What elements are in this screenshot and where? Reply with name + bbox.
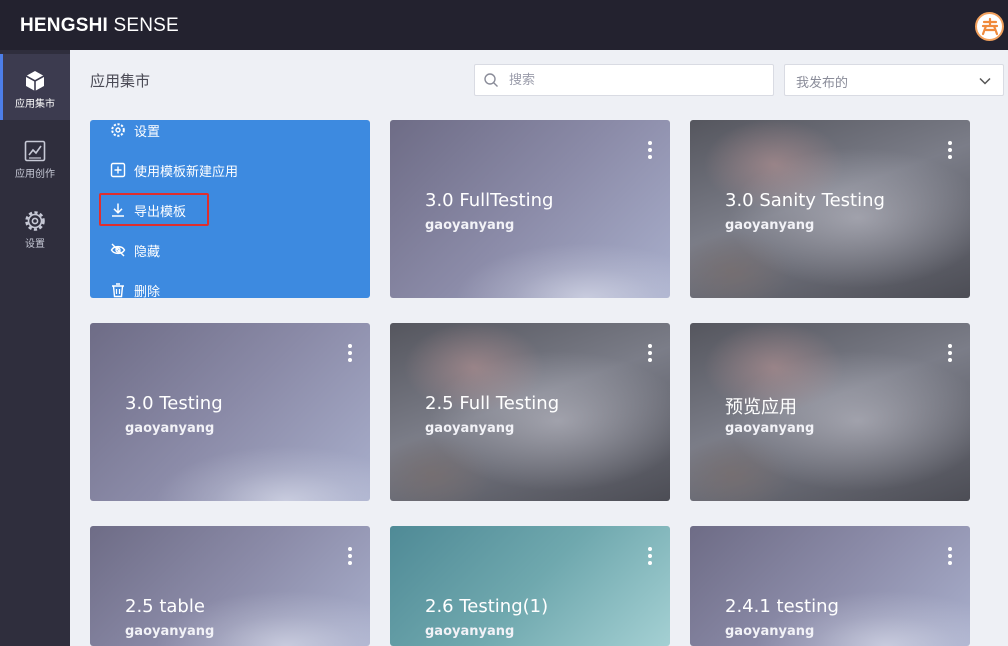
app-card[interactable]: 3.0 FullTesting gaoyanyang <box>390 120 670 298</box>
chart-line-icon <box>24 140 46 162</box>
search-input[interactable] <box>509 65 769 95</box>
app-card-title: 2.5 Full Testing <box>425 393 560 414</box>
app-card[interactable]: 2.4.1 testing gaoyanyang <box>690 526 970 646</box>
menu-item-label: 使用模板新建应用 <box>134 164 239 180</box>
app-card-author: gaoyanyang <box>125 421 215 436</box>
more-vertical-icon[interactable] <box>640 544 660 568</box>
app-card-context-menu: 设置 使用模板新建应用 导出模板 隐藏 删除 <box>90 120 370 298</box>
top-bar: HENGSHI SENSE <box>0 0 1008 50</box>
more-vertical-icon[interactable] <box>340 544 360 568</box>
sidebar-item-app-create[interactable]: 应用创作 <box>0 124 70 190</box>
app-card[interactable]: 预览应用 gaoyanyang <box>690 323 970 501</box>
menu-item-settings[interactable]: 设置 <box>110 120 160 145</box>
app-card[interactable]: 3.0 Testing gaoyanyang <box>90 323 370 501</box>
plus-box-icon <box>110 162 126 178</box>
filter-select[interactable]: 我发布的 <box>784 64 1004 96</box>
eye-off-icon <box>110 243 126 257</box>
page-title: 应用集市 <box>90 72 151 90</box>
more-vertical-icon[interactable] <box>340 341 360 365</box>
gear-icon <box>111 123 125 137</box>
sidebar-item-label: 设置 <box>25 239 45 250</box>
app-card-title: 2.5 table <box>125 596 205 617</box>
more-vertical-icon[interactable] <box>940 544 960 568</box>
more-vertical-icon[interactable] <box>640 138 660 162</box>
menu-item-hide[interactable]: 隐藏 <box>110 235 160 265</box>
app-card-author: gaoyanyang <box>425 421 515 436</box>
app-card-author: gaoyanyang <box>725 624 815 639</box>
app-card-title: 3.0 Testing <box>125 393 223 414</box>
app-card-title: 2.4.1 testing <box>725 596 839 617</box>
brand-logo[interactable]: HENGSHI SENSE <box>20 15 179 37</box>
sidebar: 应用集市 应用创作 设置 <box>0 50 70 646</box>
more-vertical-icon[interactable] <box>640 341 660 365</box>
app-card-title: 3.0 FullTesting <box>425 190 554 211</box>
app-card[interactable]: 2.6 Testing(1) gaoyanyang <box>390 526 670 646</box>
avatar-icon <box>981 17 998 35</box>
more-vertical-icon[interactable] <box>940 138 960 162</box>
user-avatar[interactable] <box>975 12 1004 41</box>
menu-item-new-from-template[interactable]: 使用模板新建应用 <box>110 155 238 185</box>
app-card-author: gaoyanyang <box>425 624 515 639</box>
brand-rest: SENSE <box>107 15 179 36</box>
search-icon <box>484 73 498 87</box>
app-card-title: 预览应用 <box>725 397 797 418</box>
app-card-title: 2.6 Testing(1) <box>425 596 549 617</box>
app-card-author: gaoyanyang <box>725 421 815 436</box>
cube-icon <box>25 71 45 91</box>
menu-item-label: 隐藏 <box>134 244 161 260</box>
download-icon <box>112 203 124 217</box>
menu-item-label: 删除 <box>134 284 161 299</box>
app-card-author: gaoyanyang <box>425 218 515 233</box>
menu-item-delete[interactable]: 删除 <box>110 275 160 298</box>
app-card[interactable]: 2.5 Full Testing gaoyanyang <box>390 323 670 501</box>
brand-bold: HENGSHI <box>20 15 108 36</box>
chevron-down-icon <box>979 77 991 85</box>
menu-item-label: 导出模板 <box>134 204 187 220</box>
sidebar-item-settings[interactable]: 设置 <box>0 194 70 260</box>
sidebar-item-label: 应用创作 <box>15 169 55 180</box>
menu-item-export-template[interactable]: 导出模板 <box>110 195 186 225</box>
trash-icon <box>112 283 124 298</box>
app-card-title: 3.0 Sanity Testing <box>725 190 885 211</box>
app-card-author: gaoyanyang <box>125 624 215 639</box>
sidebar-item-app-market[interactable]: 应用集市 <box>0 54 70 120</box>
filter-select-value: 我发布的 <box>796 76 849 91</box>
more-vertical-icon[interactable] <box>940 341 960 365</box>
app-card[interactable]: 2.5 table gaoyanyang <box>90 526 370 646</box>
menu-item-label: 设置 <box>134 124 161 140</box>
sidebar-item-label: 应用集市 <box>15 99 55 110</box>
gear-icon <box>25 211 45 231</box>
app-card-author: gaoyanyang <box>725 218 815 233</box>
search-box <box>474 64 774 96</box>
app-card[interactable]: 3.0 Sanity Testing gaoyanyang <box>690 120 970 298</box>
